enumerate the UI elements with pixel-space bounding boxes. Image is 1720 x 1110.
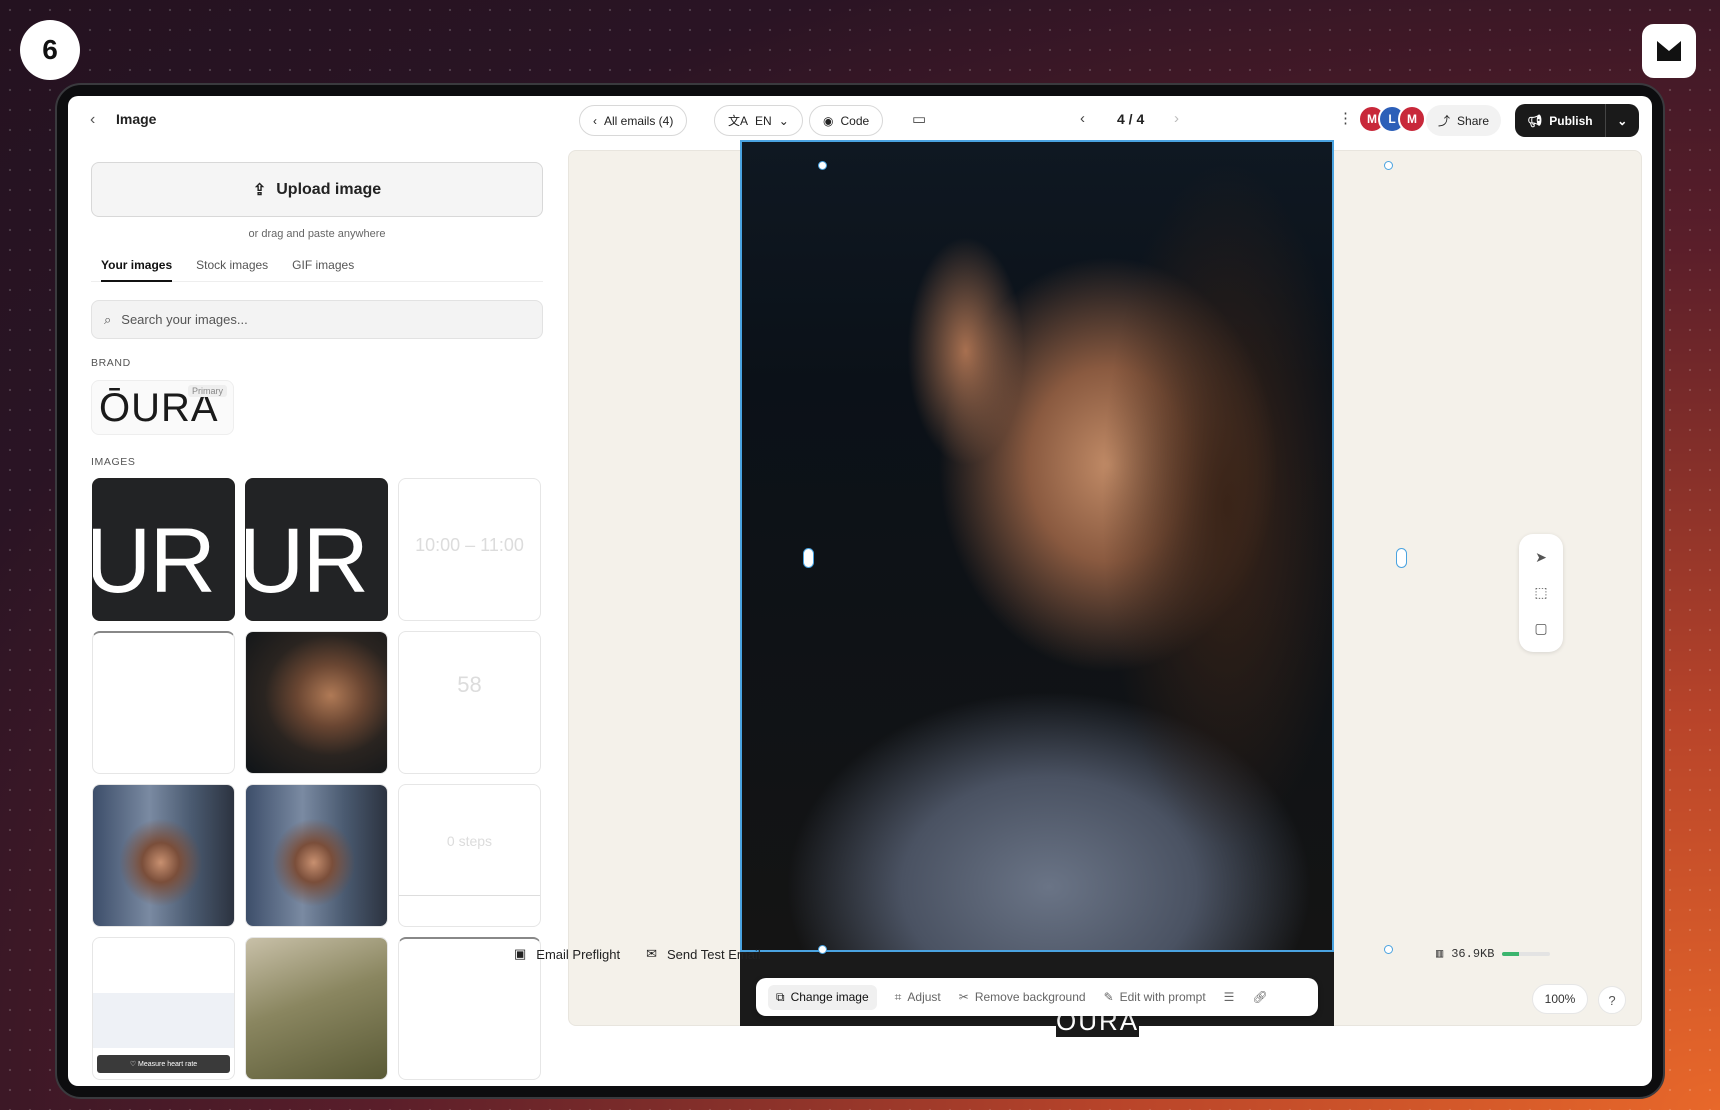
more-options-icon[interactable]: ⋮ [1338,109,1353,127]
adjust-button[interactable]: ⌗ Adjust [895,990,941,1005]
step-badge: 6 [20,20,80,80]
envelope-icon: ✉ [646,946,658,961]
select-area-icon[interactable]: ⬚ [1534,584,1547,601]
image-swap-icon: ⧉ [776,989,785,1004]
align-icon[interactable]: ☰ [1224,990,1235,1004]
upload-icon: ⇪ [252,181,267,199]
monitor-check-icon: ▣ [514,946,527,961]
image-thumbnail[interactable]: UR [92,478,235,621]
all-emails-label: All emails (4) [604,113,674,128]
search-placeholder: Search your images... [121,312,248,327]
image-thumbnail[interactable] [92,784,235,927]
megaphone-icon: 📢︎ [1527,113,1543,128]
publish-label: Publish [1549,113,1593,128]
language-label: EN [755,113,772,128]
images-section-label: IMAGES [91,456,136,468]
pencil-icon: ✎ [1103,990,1114,1004]
image-toolbar: ⧉ Change image ⌗ Adjust ✂ Remove backgro… [756,978,1318,1016]
collaborator-avatars[interactable]: M L M [1358,105,1426,133]
upload-image-button[interactable]: ⇪ Upload image [91,162,543,217]
code-label: Code [840,113,870,128]
size-track [1502,951,1551,956]
drag-hint: or drag and paste anywhere [248,228,386,240]
share-icon: ⤴ [1438,114,1451,128]
image-thumbnail[interactable] [92,631,235,774]
tab-your-images[interactable]: Your images [101,252,173,282]
resize-handle[interactable] [1384,161,1393,170]
share-label: Share [1457,113,1490,128]
primary-badge: Primary [188,385,227,397]
share-button[interactable]: ⤴ Share [1426,105,1502,136]
zoom-level[interactable]: 100% [1532,984,1588,1014]
search-icon: ⌕ [104,311,112,327]
image-thumbnail[interactable] [245,937,388,1080]
link-icon[interactable]: 🔗︎ [1252,990,1267,1004]
tab-gif-images[interactable]: GIF images [292,252,354,282]
email-size-value: 36.9KB [1451,946,1495,961]
image-thumbnail[interactable]: 10:00 – 11:00 [398,478,541,621]
help-icon[interactable]: ? [1598,986,1626,1014]
image-thumbnail[interactable]: 58 [398,631,541,774]
next-email-icon[interactable]: › [1174,110,1179,127]
upload-label: Upload image [276,180,382,198]
bar-chart-icon: ▥ [1436,947,1444,961]
email-preflight-label: Email Preflight [536,946,621,962]
change-image-button[interactable]: ⧉ Change image [768,984,877,1010]
translate-icon: 文A [728,114,749,128]
scissors-icon: ✂ [958,990,969,1004]
image-panel: ⇪ Upload image or drag and paste anywher… [68,142,543,1086]
resize-handle[interactable] [803,548,814,568]
image-thumbnail[interactable]: 0 steps [398,784,541,927]
publish-options-chevron-icon[interactable]: ⌄ [1606,114,1639,128]
selected-image[interactable] [740,140,1334,952]
back-icon[interactable]: ‹ [90,111,95,129]
brand-logo-card[interactable]: ŌURA Primary [91,380,234,435]
remove-background-button[interactable]: ✂ Remove background [959,990,1086,1004]
bottom-bar: ▣ Email Preflight ✉ Send Test Email [500,934,1574,974]
eye-icon: ◉ [823,113,834,128]
measure-heart-rate-label: ♡ Measure heart rate [97,1055,230,1073]
send-test-email-label: Send Test Email [667,946,761,962]
change-image-label: Change image [790,990,869,1004]
email-preflight-button[interactable]: ▣ Email Preflight [514,946,620,962]
publish-button[interactable]: 📢︎ Publish ⌄ [1515,104,1639,137]
image-tabs: Your images Stock images GIF images [91,252,543,282]
send-test-email-button[interactable]: ✉ Send Test Email [646,946,761,962]
brand-logo-icon [1642,24,1696,78]
avatar: M [1398,105,1426,133]
edit-with-prompt-button[interactable]: ✎ Edit with prompt [1104,990,1206,1004]
image-thumbnail[interactable] [245,784,388,927]
image-thumbnail[interactable]: ♡ Measure heart rate [92,937,235,1080]
resize-handle[interactable] [818,161,827,170]
pointer-icon[interactable]: ➤ [1535,549,1547,566]
size-fill [1502,951,1520,956]
email-size-indicator: ▥ 36.9KB [1436,946,1551,961]
code-button[interactable]: ◉ Code [809,105,884,136]
brand-section-label: BRAND [91,357,131,369]
chevron-down-icon: ⌄ [778,113,789,128]
language-select[interactable]: 文A EN ⌄ [714,105,803,136]
top-bar: ‹ Image ‹ All emails (4) 文A EN ⌄ ◉ Code … [68,96,1652,142]
chevron-left-icon: ‹ [593,113,597,128]
all-emails-button[interactable]: ‹ All emails (4) [579,105,688,136]
canvas-tool-rail: ➤ ⬚ ▢ [1519,534,1563,652]
crop-icon: ⌗ [894,989,902,1004]
adjust-label: Adjust [907,990,941,1004]
email-pager: 4 / 4 [1117,111,1145,127]
resize-handle[interactable] [1396,548,1407,568]
edit-with-prompt-label: Edit with prompt [1119,990,1206,1004]
image-thumbnail[interactable] [245,631,388,774]
page-title: Image [116,111,157,127]
comment-icon[interactable]: ▢ [1534,620,1547,637]
previous-email-icon[interactable]: ‹ [1080,110,1085,127]
device-preview-icon[interactable]: ▭ [912,110,926,128]
image-thumbnail[interactable]: UR [245,478,388,621]
remove-background-label: Remove background [974,990,1086,1004]
tab-stock-images[interactable]: Stock images [196,252,268,282]
search-images-input[interactable]: ⌕ Search your images... [91,300,543,339]
